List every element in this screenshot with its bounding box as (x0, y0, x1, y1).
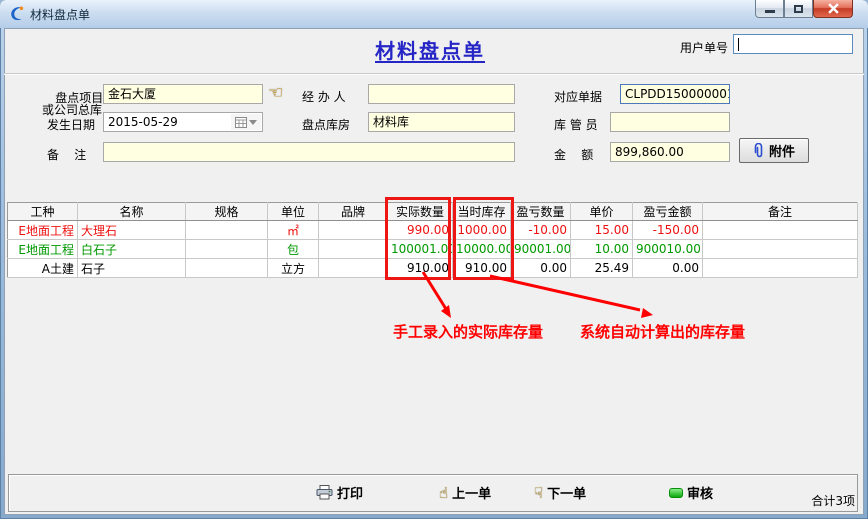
hand-up-icon: ☝ (439, 484, 448, 502)
date-label: 发生日期 (47, 116, 95, 133)
cell[interactable]: 白石子 (78, 240, 186, 259)
cell[interactable] (703, 221, 858, 240)
table-row: E地面工程 白石子 包 100001.00 10000.00 90001.00 … (8, 240, 858, 259)
cell[interactable]: 900010.00 (633, 240, 703, 259)
cell[interactable] (186, 240, 268, 259)
cell[interactable] (703, 240, 858, 259)
audit-button[interactable]: 审核 (669, 483, 713, 502)
col-header[interactable]: 实际数量 (388, 203, 453, 221)
table-row: A土建 石子 立方 910.00 910.00 0.00 25.49 0.00 (8, 259, 858, 278)
date-input[interactable]: 2015-05-29 (103, 112, 263, 132)
calendar-icon (235, 116, 247, 128)
col-header[interactable]: 单价 (571, 203, 633, 221)
col-header[interactable]: 规格 (186, 203, 268, 221)
col-header[interactable]: 盈亏金额 (633, 203, 703, 221)
user-no-label: 用户单号 (680, 39, 728, 56)
cell[interactable]: 990.00 (388, 221, 453, 240)
attachment-button[interactable]: 附件 (739, 138, 809, 163)
cell[interactable] (186, 259, 268, 278)
remark-label: 备 注 (47, 146, 86, 163)
cell[interactable] (186, 221, 268, 240)
cell[interactable] (319, 259, 388, 278)
audit-status-icon (669, 488, 683, 498)
window-title: 材料盘点单 (30, 6, 90, 23)
cell[interactable]: 10000.00 (453, 240, 511, 259)
col-header[interactable]: 盈亏数量 (511, 203, 571, 221)
cell[interactable] (319, 221, 388, 240)
col-header[interactable]: 当时库存 (453, 203, 511, 221)
title-bar[interactable]: 材料盘点单 (0, 0, 868, 28)
app-window: 材料盘点单 材料盘点单 用户单号 盘点项目或公司总库 金石大厦 ☜ 经 办 人 … (0, 0, 868, 519)
print-button[interactable]: 打印 (316, 483, 363, 502)
cell[interactable]: 10.00 (571, 240, 633, 259)
warehouse-input[interactable]: 材料库 (368, 112, 515, 132)
close-icon (828, 3, 839, 14)
amount-label: 金 额 (554, 146, 593, 163)
app-logo-icon (8, 5, 25, 22)
col-header[interactable]: 备注 (703, 203, 858, 221)
cell[interactable] (703, 259, 858, 278)
doc-label: 对应单据 (554, 88, 602, 105)
table-header-row: 工种 名称 规格 单位 品牌 实际数量 当时库存 盈亏数量 单价 盈亏金额 备注 (8, 203, 858, 221)
cell[interactable]: -150.00 (633, 221, 703, 240)
lookup-hand-icon[interactable]: ☜ (268, 83, 283, 103)
cell[interactable]: 910.00 (388, 259, 453, 278)
cell[interactable]: 0.00 (511, 259, 571, 278)
printer-icon (316, 485, 333, 500)
col-header[interactable]: 工种 (8, 203, 78, 221)
minimize-button[interactable] (755, 0, 784, 18)
manual-entry-note: 手工录入的实际库存量 (393, 321, 543, 342)
cell[interactable]: ㎡ (268, 221, 319, 240)
hand-down-icon: ☟ (534, 484, 543, 502)
user-no-input[interactable] (733, 34, 853, 54)
inventory-table: 工种 名称 规格 单位 品牌 实际数量 当时库存 盈亏数量 单价 盈亏金额 备注… (7, 202, 858, 278)
cell[interactable]: 15.00 (571, 221, 633, 240)
maximize-button[interactable] (784, 0, 813, 18)
warehouse-label: 盘点库房 (302, 116, 350, 133)
table-row: E地面工程 大理石 ㎡ 990.00 1000.00 -10.00 15.00 … (8, 221, 858, 240)
col-header[interactable]: 名称 (78, 203, 186, 221)
cell[interactable]: -10.00 (511, 221, 571, 240)
cell[interactable]: 立方 (268, 259, 319, 278)
footer-bar: 打印 ☝ 上一单 ☟ 下一单 审核 合计3项 (8, 474, 858, 512)
date-picker-button[interactable] (231, 114, 261, 130)
total-count-label: 合计3项 (811, 492, 855, 509)
cell[interactable]: E地面工程 (8, 240, 78, 259)
agent-label: 经 办 人 (302, 88, 346, 105)
agent-input[interactable] (368, 84, 515, 104)
chevron-down-icon (249, 120, 257, 125)
header-divider (4, 73, 864, 75)
text-caret (738, 38, 739, 51)
paperclip-icon (753, 143, 764, 159)
page-title: 材料盘点单 (320, 35, 540, 64)
cell[interactable]: 910.00 (453, 259, 511, 278)
previous-order-button[interactable]: ☝ 上一单 (439, 483, 491, 502)
close-button[interactable] (813, 0, 853, 18)
project-input[interactable]: 金石大厦 (103, 84, 263, 104)
auto-calc-note: 系统自动计算出的库存量 (580, 321, 745, 342)
cell[interactable]: 大理石 (78, 221, 186, 240)
cell[interactable]: 25.49 (571, 259, 633, 278)
cell[interactable]: 石子 (78, 259, 186, 278)
cell[interactable] (319, 240, 388, 259)
cell[interactable]: 90001.00 (511, 240, 571, 259)
cell[interactable]: 100001.00 (388, 240, 453, 259)
keeper-input[interactable] (610, 112, 730, 132)
amount-input[interactable]: 899,860.00 (610, 142, 730, 162)
remark-input[interactable] (103, 142, 515, 162)
cell[interactable]: 1000.00 (453, 221, 511, 240)
keeper-label: 库 管 员 (554, 116, 598, 133)
cell[interactable]: 包 (268, 240, 319, 259)
doc-input[interactable]: CLPDD150000001 (620, 84, 730, 104)
col-header[interactable]: 单位 (268, 203, 319, 221)
cell[interactable]: A土建 (8, 259, 78, 278)
next-order-button[interactable]: ☟ 下一单 (534, 483, 586, 502)
maximize-icon (794, 5, 803, 13)
col-header[interactable]: 品牌 (319, 203, 388, 221)
minimize-icon (765, 10, 775, 13)
cell[interactable]: E地面工程 (8, 221, 78, 240)
cell[interactable]: 0.00 (633, 259, 703, 278)
